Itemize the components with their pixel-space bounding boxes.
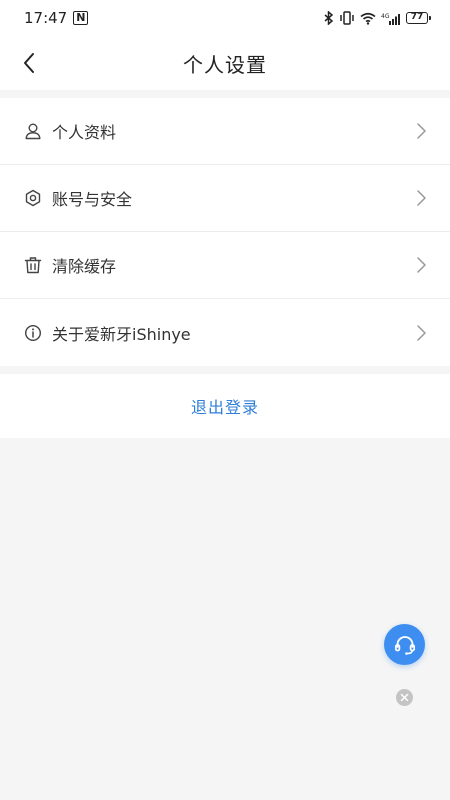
- nav-bar: 个人设置: [0, 36, 450, 90]
- vibrate-icon: [340, 11, 354, 25]
- customer-support-button[interactable]: [384, 624, 425, 665]
- close-support-button[interactable]: [396, 689, 413, 706]
- menu-item-profile[interactable]: 个人资料: [0, 98, 450, 165]
- chevron-right-icon: [417, 190, 426, 206]
- status-bar: 17:47 N 4G 77: [0, 0, 450, 36]
- chevron-right-icon: [417, 257, 426, 273]
- battery-icon: 77: [406, 12, 431, 24]
- close-icon: [400, 693, 409, 702]
- menu-item-clear-cache[interactable]: 清除缓存: [0, 232, 450, 299]
- screen: 17:47 N 4G 77 个人设置 个人资料 账号与安全 清除缓存 关于爱新牙…: [0, 0, 450, 800]
- svg-text:4G: 4G: [381, 13, 390, 20]
- logout-button[interactable]: 退出登录: [0, 374, 450, 438]
- logout-label: 退出登录: [190, 398, 259, 417]
- trash-icon: [24, 256, 42, 274]
- menu-item-label: 个人资料: [52, 123, 117, 142]
- user-icon: [24, 122, 42, 140]
- gear-icon: [24, 189, 42, 207]
- menu-item-about[interactable]: 关于爱新牙iShinye: [0, 299, 450, 366]
- menu-item-label: 关于爱新牙iShinye: [52, 324, 191, 344]
- nfc-icon: N: [73, 11, 89, 25]
- headset-icon: [394, 635, 415, 655]
- status-icons: 4G 77: [324, 11, 431, 25]
- menu-item-account-security[interactable]: 账号与安全: [0, 165, 450, 232]
- chevron-left-icon: [24, 53, 34, 73]
- menu-item-label: 清除缓存: [52, 257, 117, 276]
- bluetooth-icon: [324, 11, 334, 25]
- back-button[interactable]: [14, 48, 44, 78]
- wifi-icon: [360, 12, 376, 25]
- signal-icon: 4G: [381, 13, 400, 25]
- settings-menu: 个人资料 账号与安全 清除缓存 关于爱新牙iShinye: [0, 98, 450, 366]
- chevron-right-icon: [417, 324, 426, 341]
- info-icon: [24, 324, 42, 342]
- chevron-right-icon: [417, 123, 426, 139]
- status-time: 17:47: [24, 9, 68, 27]
- page-title: 个人设置: [183, 52, 267, 77]
- menu-item-label: 账号与安全: [52, 190, 133, 209]
